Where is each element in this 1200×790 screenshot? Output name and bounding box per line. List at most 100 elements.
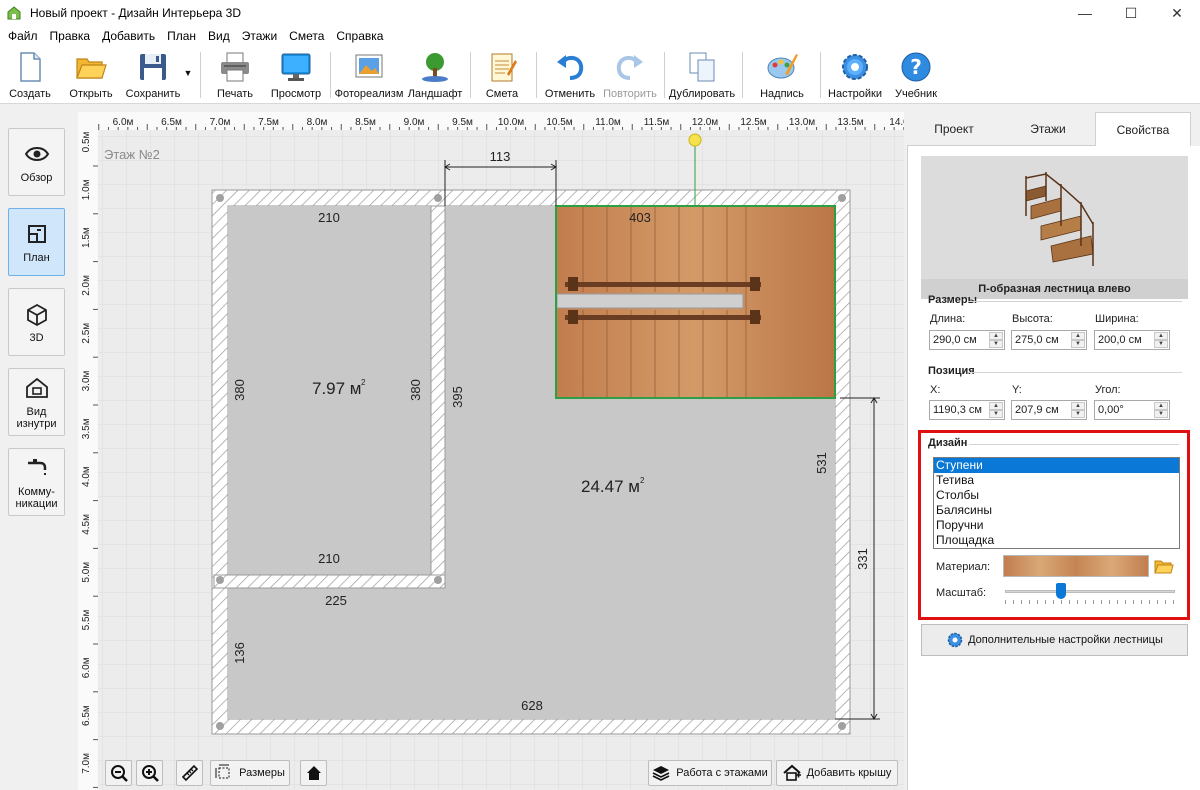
wall-node[interactable] bbox=[216, 576, 224, 584]
wall-node[interactable] bbox=[434, 576, 442, 584]
rotate-handle-icon[interactable] bbox=[688, 133, 702, 147]
wall-node[interactable] bbox=[216, 722, 224, 730]
overview-button[interactable]: Обзор bbox=[8, 128, 65, 196]
inner-wall-vertical[interactable] bbox=[430, 205, 446, 589]
create-button[interactable]: Создать bbox=[8, 46, 52, 104]
tab-floors[interactable]: Этажи bbox=[1001, 112, 1095, 146]
eye-icon bbox=[24, 146, 49, 161]
view-3d-button[interactable]: 3D bbox=[8, 288, 65, 356]
redo-icon bbox=[616, 55, 643, 80]
menu-edit[interactable]: Правка bbox=[44, 29, 97, 43]
zoom-in-button[interactable] bbox=[136, 760, 163, 786]
design-parts-list[interactable]: Ступени Тетива Столбы Балясины Поручни П… bbox=[933, 457, 1180, 549]
angle-label: Угол: bbox=[1095, 384, 1121, 396]
wall-node[interactable] bbox=[216, 194, 224, 202]
dim-top-gap: 113 bbox=[490, 149, 511, 164]
spin-up-icon[interactable]: ▲ bbox=[989, 332, 1003, 340]
ruler-top-label: 7.5м bbox=[258, 117, 279, 128]
dimensions-button[interactable]: Размеры bbox=[210, 760, 290, 786]
wall-node[interactable] bbox=[434, 194, 442, 202]
tutorial-button[interactable]: ? Учебник bbox=[892, 46, 940, 104]
spin-down-icon[interactable]: ▼ bbox=[1071, 410, 1085, 418]
menu-estimate[interactable]: Смета bbox=[283, 29, 330, 43]
spin-down-icon[interactable]: ▼ bbox=[1154, 340, 1168, 348]
home-button[interactable] bbox=[300, 760, 327, 786]
list-item-posts[interactable]: Столбы bbox=[934, 488, 1179, 503]
add-roof-button[interactable]: Добавить крышу bbox=[776, 760, 898, 786]
dim-stair-top: 403 bbox=[629, 210, 651, 225]
ruler-tool-button[interactable] bbox=[176, 760, 203, 786]
undo-button[interactable]: Отменить bbox=[544, 46, 596, 104]
x-stepper[interactable]: ▲ ▼ bbox=[989, 402, 1003, 418]
wall-node[interactable] bbox=[838, 722, 846, 730]
duplicate-button[interactable]: Дублировать bbox=[668, 46, 736, 104]
landscape-button[interactable]: Ландшафт bbox=[406, 46, 464, 104]
spin-up-icon[interactable]: ▲ bbox=[1154, 402, 1168, 410]
angle-input[interactable]: 0,00° ▲ ▼ bbox=[1094, 400, 1170, 420]
label-button[interactable]: Надпись bbox=[756, 46, 808, 104]
menu-add[interactable]: Добавить bbox=[96, 29, 161, 43]
y-stepper[interactable]: ▲ ▼ bbox=[1071, 402, 1085, 418]
dim-room1-top: 210 bbox=[318, 210, 340, 225]
height-input[interactable]: 275,0 см ▲ ▼ bbox=[1011, 330, 1087, 350]
minimize-button[interactable]: — bbox=[1062, 0, 1108, 26]
y-input[interactable]: 207,9 см ▲ ▼ bbox=[1011, 400, 1087, 420]
save-button[interactable]: Сохранить bbox=[124, 46, 182, 104]
menu-floors[interactable]: Этажи bbox=[236, 29, 283, 43]
estimate-button[interactable]: Смета bbox=[480, 46, 524, 104]
ruler-top-label: 6.0м bbox=[113, 117, 134, 128]
spin-down-icon[interactable]: ▼ bbox=[989, 410, 1003, 418]
preview-button[interactable]: Просмотр bbox=[270, 46, 322, 104]
height-stepper[interactable]: ▲ ▼ bbox=[1071, 332, 1085, 348]
plan-canvas[interactable]: 6.0м 6.5м 7.0м 7.5м 8.0м 8.5м 9.0м 9.5м 10.0м 10.… bbox=[78, 112, 904, 790]
inner-wall-horizontal[interactable] bbox=[213, 574, 446, 589]
width-input[interactable]: 200,0 см ▲ ▼ bbox=[1094, 330, 1170, 350]
list-item-steps[interactable]: Ступени bbox=[934, 458, 1179, 473]
spin-up-icon[interactable]: ▲ bbox=[1071, 332, 1085, 340]
menu-plan[interactable]: План bbox=[161, 29, 202, 43]
menu-file[interactable]: Файл bbox=[2, 29, 44, 43]
zoom-out-button[interactable] bbox=[105, 760, 132, 786]
save-dropdown-button[interactable]: ▼ bbox=[182, 46, 194, 104]
floors-work-button[interactable]: Работа с этажами bbox=[648, 760, 772, 786]
spin-up-icon[interactable]: ▲ bbox=[1154, 332, 1168, 340]
spin-down-icon[interactable]: ▼ bbox=[1154, 410, 1168, 418]
menu-view[interactable]: Вид bbox=[202, 29, 236, 43]
toolbar-separator bbox=[470, 52, 471, 98]
tab-properties[interactable]: Свойства bbox=[1095, 112, 1191, 146]
length-input[interactable]: 290,0 см ▲ ▼ bbox=[929, 330, 1005, 350]
advanced-stair-settings-button[interactable]: Дополнительные настройки лестницы bbox=[921, 624, 1188, 656]
width-stepper[interactable]: ▲ ▼ bbox=[1154, 332, 1168, 348]
length-stepper[interactable]: ▲ ▼ bbox=[989, 332, 1003, 348]
list-item-landing[interactable]: Площадка bbox=[934, 533, 1179, 548]
settings-button[interactable]: Настройки bbox=[826, 46, 884, 104]
wall-node[interactable] bbox=[838, 194, 846, 202]
list-item-balusters[interactable]: Балясины bbox=[934, 503, 1179, 518]
maximize-button[interactable]: ☐ bbox=[1108, 0, 1154, 26]
gear-icon bbox=[947, 632, 963, 648]
angle-stepper[interactable]: ▲ ▼ bbox=[1154, 402, 1168, 418]
spin-up-icon[interactable]: ▲ bbox=[989, 402, 1003, 410]
plan-button[interactable]: План bbox=[8, 208, 65, 276]
scale-slider-thumb[interactable] bbox=[1056, 583, 1067, 599]
spin-up-icon[interactable]: ▲ bbox=[1071, 402, 1085, 410]
spin-down-icon[interactable]: ▼ bbox=[1071, 340, 1085, 348]
material-swatch[interactable] bbox=[1003, 555, 1149, 577]
communications-button[interactable]: Комму- никации bbox=[8, 448, 65, 516]
menu-help[interactable]: Справка bbox=[330, 29, 389, 43]
scale-slider-track[interactable] bbox=[1005, 590, 1175, 593]
photorealism-button[interactable]: Фотореализм bbox=[335, 46, 403, 104]
tab-project[interactable]: Проект bbox=[907, 112, 1001, 146]
x-input[interactable]: 1190,3 см ▲ ▼ bbox=[929, 400, 1005, 420]
dim-wall-395: 395 bbox=[450, 386, 465, 408]
list-item-stringer[interactable]: Тетива bbox=[934, 473, 1179, 488]
spin-down-icon[interactable]: ▼ bbox=[989, 340, 1003, 348]
open-button[interactable]: Открыть bbox=[66, 46, 116, 104]
redo-button[interactable]: Повторить bbox=[602, 46, 658, 104]
close-button[interactable]: ✕ bbox=[1154, 0, 1200, 26]
folder-open-icon[interactable] bbox=[1154, 557, 1174, 575]
ruler-left-label: 7.0м bbox=[81, 753, 92, 774]
inside-view-button[interactable]: Вид изнутри bbox=[8, 368, 65, 436]
list-item-handrails[interactable]: Поручни bbox=[934, 518, 1179, 533]
print-button[interactable]: Печать bbox=[212, 46, 258, 104]
